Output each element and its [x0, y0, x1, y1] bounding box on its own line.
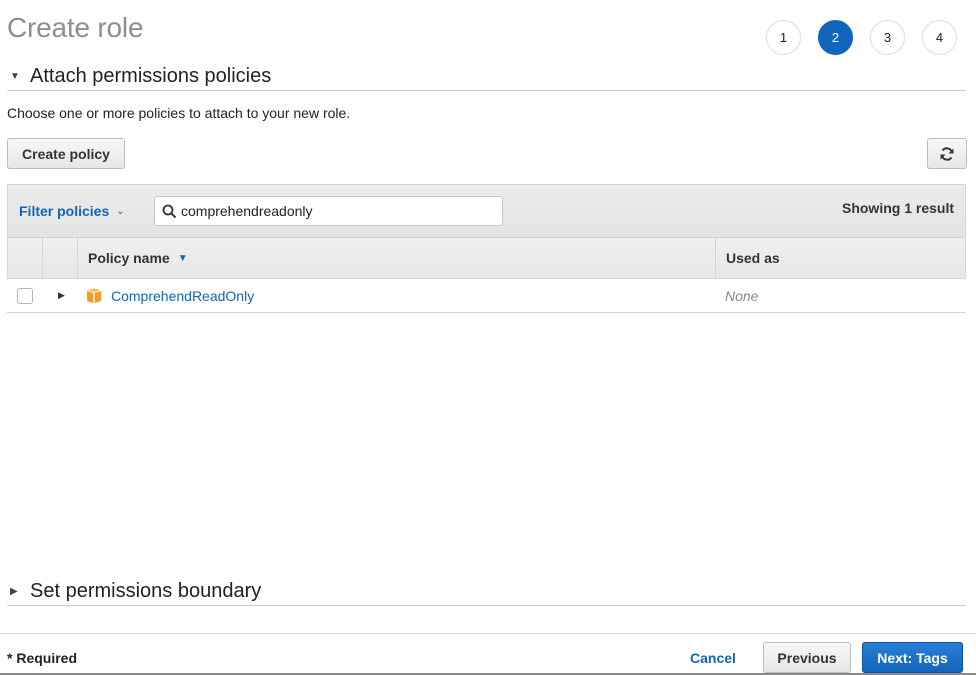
table-header: Policy name ▼ Used as	[7, 237, 966, 279]
row-checkbox[interactable]	[17, 287, 33, 304]
permissions-boundary-section-header[interactable]: ▶ Set permissions boundary	[7, 580, 966, 606]
create-policy-button[interactable]: Create policy	[7, 138, 125, 169]
section-description: Choose one or more policies to attach to…	[7, 105, 351, 121]
attach-policies-section-header[interactable]: ▼ Attach permissions policies	[7, 65, 966, 91]
column-label: Used as	[726, 250, 780, 266]
wizard-footer: * Required Cancel Previous Next: Tags	[0, 633, 976, 675]
row-select-cell	[7, 279, 42, 312]
step-2-current[interactable]: 2	[818, 20, 853, 55]
row-expand-cell: ▶	[42, 279, 77, 312]
caret-down-icon: ▼	[10, 71, 20, 82]
filter-label: Filter policies	[19, 203, 110, 219]
step-4[interactable]: 4	[922, 20, 957, 55]
policy-name-link[interactable]: ComprehendReadOnly	[111, 288, 254, 304]
cancel-link[interactable]: Cancel	[690, 650, 736, 666]
expand-caret-icon[interactable]: ▶	[58, 290, 65, 301]
step-3[interactable]: 3	[870, 20, 905, 55]
header-expand-column	[43, 238, 78, 278]
aws-managed-policy-cube-icon	[87, 288, 101, 303]
search-input[interactable]	[177, 203, 477, 219]
caret-right-icon: ▶	[10, 586, 18, 597]
row-used-as-cell: None	[715, 279, 966, 312]
refresh-button[interactable]	[927, 138, 967, 169]
section-title: Set permissions boundary	[30, 580, 262, 602]
search-box[interactable]	[154, 196, 503, 226]
required-note: * Required	[7, 650, 78, 666]
sort-desc-icon: ▼	[177, 252, 188, 264]
row-policy-name-cell: ComprehendReadOnly	[77, 279, 715, 312]
policies-table: Filter policies ⌄ Showing 1 result Polic…	[7, 184, 966, 313]
header-policy-name[interactable]: Policy name ▼	[78, 238, 716, 278]
wizard-steps: 1 2 3 4	[766, 20, 957, 55]
chevron-down-icon: ⌄	[116, 205, 125, 217]
step-1[interactable]: 1	[766, 20, 801, 55]
header-select-column	[8, 238, 43, 278]
search-icon	[162, 204, 177, 218]
section-title: Attach permissions policies	[30, 65, 272, 87]
filter-policies-dropdown[interactable]: Filter policies ⌄	[19, 203, 125, 219]
page-title: Create role	[7, 12, 144, 43]
next-tags-button[interactable]: Next: Tags	[862, 642, 963, 673]
column-label: Policy name	[88, 250, 170, 266]
used-as-value: None	[725, 287, 759, 304]
result-count: Showing 1 result	[841, 200, 954, 216]
table-row: ▶ ComprehendReadOnly None	[7, 279, 966, 313]
header-used-as: Used as	[716, 238, 965, 278]
previous-button[interactable]: Previous	[763, 642, 851, 673]
filter-bar: Filter policies ⌄ Showing 1 result	[7, 184, 966, 237]
refresh-icon	[940, 146, 954, 161]
